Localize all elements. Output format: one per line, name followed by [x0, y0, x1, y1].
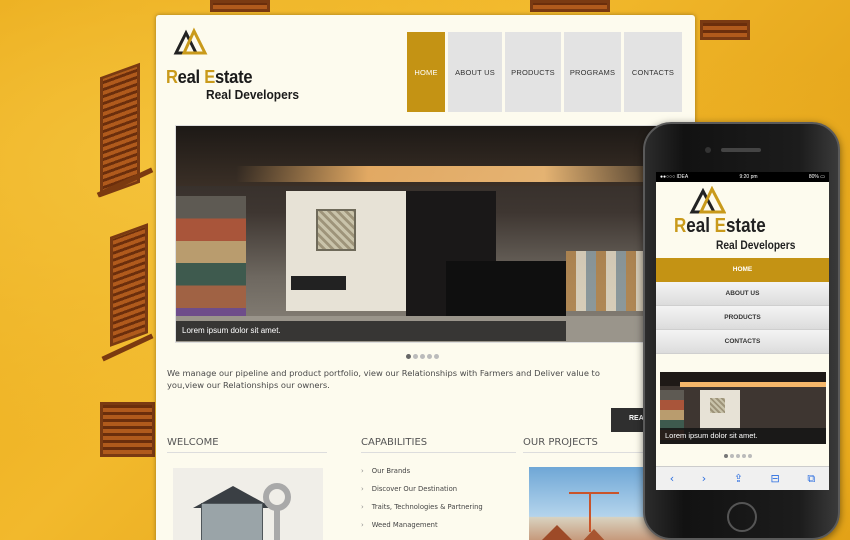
intro-text: We manage our pipeline and product portf…	[167, 368, 600, 390]
mobile-logo-subtitle: Real Developers	[716, 238, 796, 252]
nav-products[interactable]: PRODUCTS	[505, 32, 561, 112]
slider-dot[interactable]	[742, 454, 746, 458]
mobile-nav-about-us[interactable]: ABOUT US	[656, 282, 829, 306]
nav-contacts[interactable]: CONTACTS	[624, 32, 682, 112]
back-icon[interactable]: ‹	[670, 472, 674, 485]
divider	[167, 452, 327, 453]
mobile-slider-pagination	[724, 454, 752, 458]
window-shutter	[700, 20, 750, 40]
status-bar: ●●○○○ IDEA 9:20 pm 80% ▭	[656, 172, 829, 182]
clock: 9:20 pm	[739, 174, 758, 180]
speaker-grille	[721, 148, 761, 152]
nav-home[interactable]: HOME	[407, 32, 445, 112]
tabs-icon[interactable]: ⧉	[807, 472, 815, 486]
forward-icon[interactable]: ›	[702, 472, 706, 485]
mobile-nav-products[interactable]: PRODUCTS	[656, 306, 829, 330]
mobile-logo[interactable]: Real Estate Real Developers	[656, 182, 829, 258]
slider-caption: Lorem ipsum dolor sit amet.	[176, 321, 566, 341]
mobile-nav-contacts[interactable]: CONTACTS	[656, 330, 829, 354]
welcome-image	[173, 468, 323, 540]
slider-dot[interactable]	[724, 454, 728, 458]
logo[interactable]: Real Estate Real Developers	[166, 27, 306, 102]
slider-dot[interactable]	[420, 354, 425, 359]
mobile-logo-title: Real Estate	[674, 215, 766, 237]
projects-heading: OUR PROJECTS	[523, 437, 598, 448]
hero-slider[interactable]: Lorem ipsum dolor sit amet.	[175, 125, 675, 343]
browser-toolbar: ‹ › ⇪ ⊟ ⧉	[656, 466, 829, 490]
slider-dot[interactable]	[736, 454, 740, 458]
nav-about-us[interactable]: ABOUT US	[448, 32, 502, 112]
phone-screen: ●●○○○ IDEA 9:20 pm 80% ▭ Real Estate Rea…	[656, 172, 829, 490]
slider-dot[interactable]	[413, 354, 418, 359]
logo-title: Real Estate	[166, 67, 253, 87]
carrier-label: ●●○○○ IDEA	[660, 174, 689, 180]
slider-dot[interactable]	[730, 454, 734, 458]
interior-photo	[176, 126, 674, 342]
bookmarks-icon[interactable]: ⊟	[771, 472, 780, 485]
battery-indicator: 80% ▭	[808, 174, 825, 180]
capability-link[interactable]: Traits, Technologies & Partnering	[361, 498, 483, 516]
slider-dot[interactable]	[748, 454, 752, 458]
logo-triangle-icon	[689, 186, 726, 214]
home-button[interactable]	[727, 502, 757, 532]
window-shutter	[110, 223, 148, 347]
slider-dot[interactable]	[427, 354, 432, 359]
mobile-nav: HOME ABOUT US PRODUCTS CONTACTS	[656, 258, 829, 354]
window-shutter	[530, 0, 610, 12]
welcome-heading: WELCOME	[167, 437, 219, 448]
main-nav: HOME ABOUT US PRODUCTS PROGRAMS CONTACTS	[407, 32, 682, 112]
logo-subtitle: Real Developers	[206, 87, 300, 102]
capability-link[interactable]: Weed Management	[361, 516, 483, 534]
divider	[361, 452, 516, 453]
camera-icon	[705, 147, 711, 153]
smartphone-mockup: ●●○○○ IDEA 9:20 pm 80% ▭ Real Estate Rea…	[643, 122, 840, 540]
website-preview: Real Estate Real Developers HOME ABOUT U…	[156, 15, 695, 540]
mobile-slider-caption: Lorem ipsum dolor sit amet.	[660, 428, 826, 444]
slider-dot[interactable]	[434, 354, 439, 359]
slider-pagination	[406, 354, 439, 359]
capability-link[interactable]: Discover Our Destination	[361, 480, 483, 498]
capabilities-list: Our Brands Discover Our Destination Trai…	[361, 462, 483, 534]
slider-dot[interactable]	[406, 354, 411, 359]
capability-link[interactable]: Our Brands	[361, 462, 483, 480]
mobile-slider[interactable]: Lorem ipsum dolor sit amet.	[660, 372, 826, 444]
share-icon[interactable]: ⇪	[734, 472, 743, 485]
window-shutter	[210, 0, 270, 12]
capabilities-heading: CAPABILITIES	[361, 437, 428, 448]
mobile-nav-home[interactable]: HOME	[656, 258, 829, 282]
window-shutter	[100, 402, 155, 457]
logo-triangle-icon	[173, 27, 208, 55]
nav-programs[interactable]: PROGRAMS	[564, 32, 621, 112]
